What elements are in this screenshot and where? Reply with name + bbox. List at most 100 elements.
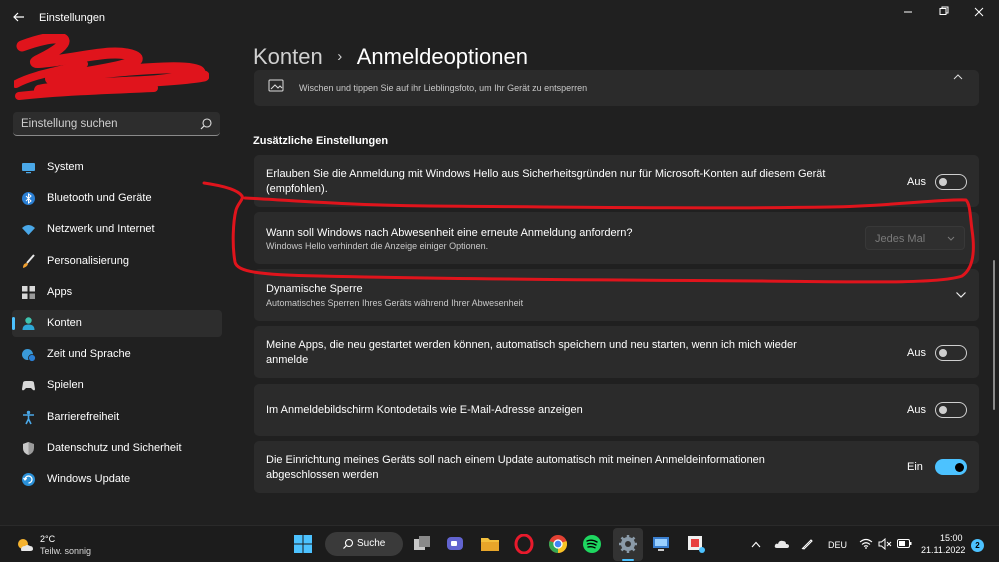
input-language[interactable]: DEU	[828, 540, 847, 550]
file-explorer-icon[interactable]	[480, 534, 500, 554]
pen-icon[interactable]	[800, 537, 814, 551]
windows-start-icon[interactable]	[293, 534, 313, 554]
sidebar-item-time-language[interactable]: Zeit und Sprache	[12, 341, 222, 368]
clock-time[interactable]: 15:00	[940, 533, 963, 543]
sidebar-item-windows-update[interactable]: Windows Update	[12, 466, 222, 493]
globe-clock-icon	[22, 349, 36, 363]
page-title: Anmeldeoptionen	[356, 44, 528, 69]
finish-setup-card: Die Einrichtung meines Geräts soll nach …	[254, 441, 979, 493]
weather-partly-sunny-icon[interactable]	[16, 537, 34, 553]
section-title: Zusätzliche Einstellungen	[253, 135, 389, 147]
taskbar-search-label: Suche	[357, 538, 386, 549]
breadcrumb-separator: ›	[337, 48, 343, 65]
sidebar-item-accessibility[interactable]: Barrierefreiheit	[12, 404, 222, 431]
restart-apps-card: Meine Apps, die neu gestartet werden kön…	[254, 326, 979, 378]
dynamic-lock-description: Automatisches Sperren Ihres Geräts währe…	[266, 298, 524, 308]
wifi-icon[interactable]	[859, 538, 873, 549]
user-profile-redacted	[14, 34, 209, 100]
chevron-down-icon[interactable]	[955, 291, 967, 299]
sidebar-item-bluetooth[interactable]: Bluetooth und Geräte	[12, 185, 222, 212]
chevron-down-icon	[947, 236, 955, 241]
back-arrow-icon[interactable]	[8, 8, 30, 30]
restore-button[interactable]	[930, 6, 958, 20]
search-input[interactable]	[21, 115, 191, 133]
apps-icon	[22, 285, 35, 299]
active-indicator	[12, 316, 15, 330]
notification-badge[interactable]: 2	[971, 539, 984, 552]
bluetooth-icon	[22, 192, 35, 206]
wifi-icon	[22, 225, 35, 236]
spotify-icon[interactable]	[582, 534, 602, 554]
weather-description[interactable]: Teilw. sonnig	[40, 546, 91, 556]
opera-browser-icon[interactable]	[514, 534, 534, 554]
restart-apps-title: Meine Apps, die neu gestartet werden kön…	[266, 339, 797, 366]
sidebar-item-label: Datenschutz und Sicherheit	[47, 441, 182, 454]
sidebar-item-label: Apps	[47, 285, 73, 298]
accessibility-icon	[23, 410, 34, 424]
sidebar-item-label: Barrierefreiheit	[47, 410, 120, 423]
sidebar-item-gaming[interactable]: Spielen	[12, 372, 222, 399]
settings-search[interactable]	[13, 112, 220, 136]
sidebar-item-label: Personalisierung	[47, 254, 129, 267]
taskbar-search-button[interactable]: Suche	[325, 532, 403, 556]
snipping-tool-icon[interactable]	[686, 534, 706, 554]
sidebar-item-system[interactable]: System	[12, 154, 222, 181]
chevron-up-icon[interactable]	[751, 541, 761, 548]
taskbar: 2°C Teilw. sonnig Suche DEU 15:00 21.11.…	[0, 525, 999, 562]
update-icon	[22, 472, 35, 486]
active-app-indicator	[622, 559, 634, 561]
gamepad-icon	[22, 381, 35, 391]
dynamic-lock-card[interactable]: Dynamische Sperre Automatisches Sperren …	[254, 269, 979, 321]
account-details-toggle[interactable]	[935, 402, 967, 418]
chevron-up-icon[interactable]	[953, 74, 963, 80]
account-details-state: Aus	[907, 404, 926, 416]
sidebar-item-privacy[interactable]: Datenschutz und Sicherheit	[12, 435, 222, 462]
redaction-scribble	[14, 34, 209, 100]
monitor-icon	[22, 163, 35, 174]
settings-gear-icon[interactable]	[618, 534, 638, 554]
sidebar-item-accounts[interactable]: Konten	[12, 309, 222, 337]
hello-only-title: Erlauben Sie die Anmeldung mit Windows H…	[266, 168, 826, 195]
hello-only-card: Erlauben Sie die Anmeldung mit Windows H…	[254, 155, 979, 207]
sidebar-item-label: Spielen	[47, 379, 84, 392]
speaker-muted-icon[interactable]	[878, 538, 892, 550]
sidebar-item-label: Zeit und Sprache	[47, 348, 131, 361]
finish-setup-state: Ein	[907, 461, 923, 473]
picture-icon	[268, 79, 284, 92]
chrome-browser-icon[interactable]	[548, 534, 568, 554]
reauth-dropdown[interactable]: Jedes Mal	[865, 226, 965, 250]
reauth-card: Wann soll Windows nach Abwesenheit eine …	[254, 212, 979, 264]
sidebar-item-network[interactable]: Netzwerk und Internet	[12, 216, 222, 243]
breadcrumb-parent[interactable]: Konten	[253, 44, 323, 69]
battery-icon[interactable]	[897, 539, 912, 548]
reauth-title: Wann soll Windows nach Abwesenheit eine …	[266, 227, 633, 239]
title-bar: Einstellungen	[0, 0, 999, 36]
sidebar-item-label: System	[47, 161, 84, 173]
sidebar-item-label: Konten	[47, 316, 82, 329]
clock-date[interactable]: 21.11.2022	[921, 545, 965, 555]
weather-temperature[interactable]: 2°C	[40, 534, 55, 544]
picture-password-description: Wischen und tippen Sie auf ihr Lieblings…	[299, 83, 588, 93]
shield-icon	[23, 441, 34, 455]
picture-password-card[interactable]: Wischen und tippen Sie auf ihr Lieblings…	[254, 70, 979, 106]
task-view-icon[interactable]	[412, 534, 432, 554]
finish-setup-toggle[interactable]	[935, 459, 967, 475]
finish-setup-title: Die Einrichtung meines Geräts soll nach …	[266, 454, 765, 481]
brush-icon	[23, 253, 35, 268]
scrollbar[interactable]	[993, 260, 995, 410]
hello-only-toggle[interactable]	[935, 174, 967, 190]
sidebar-item-apps[interactable]: Apps	[12, 279, 222, 306]
remote-desktop-icon[interactable]	[651, 534, 671, 554]
close-button[interactable]	[965, 6, 993, 20]
onedrive-cloud-icon[interactable]	[774, 539, 790, 549]
search-icon[interactable]	[199, 117, 213, 131]
teams-chat-icon[interactable]	[445, 534, 465, 554]
reauth-dropdown-value: Jedes Mal	[875, 233, 926, 245]
sidebar-nav: System Bluetooth und Geräte Netzwerk und…	[12, 154, 222, 497]
restart-apps-toggle[interactable]	[935, 345, 967, 361]
sidebar-item-personalization[interactable]: Personalisierung	[12, 248, 222, 275]
minimize-button[interactable]	[894, 6, 922, 20]
sidebar-item-label: Bluetooth und Geräte	[47, 192, 152, 205]
search-icon	[343, 538, 354, 549]
app-title: Einstellungen	[39, 12, 106, 24]
